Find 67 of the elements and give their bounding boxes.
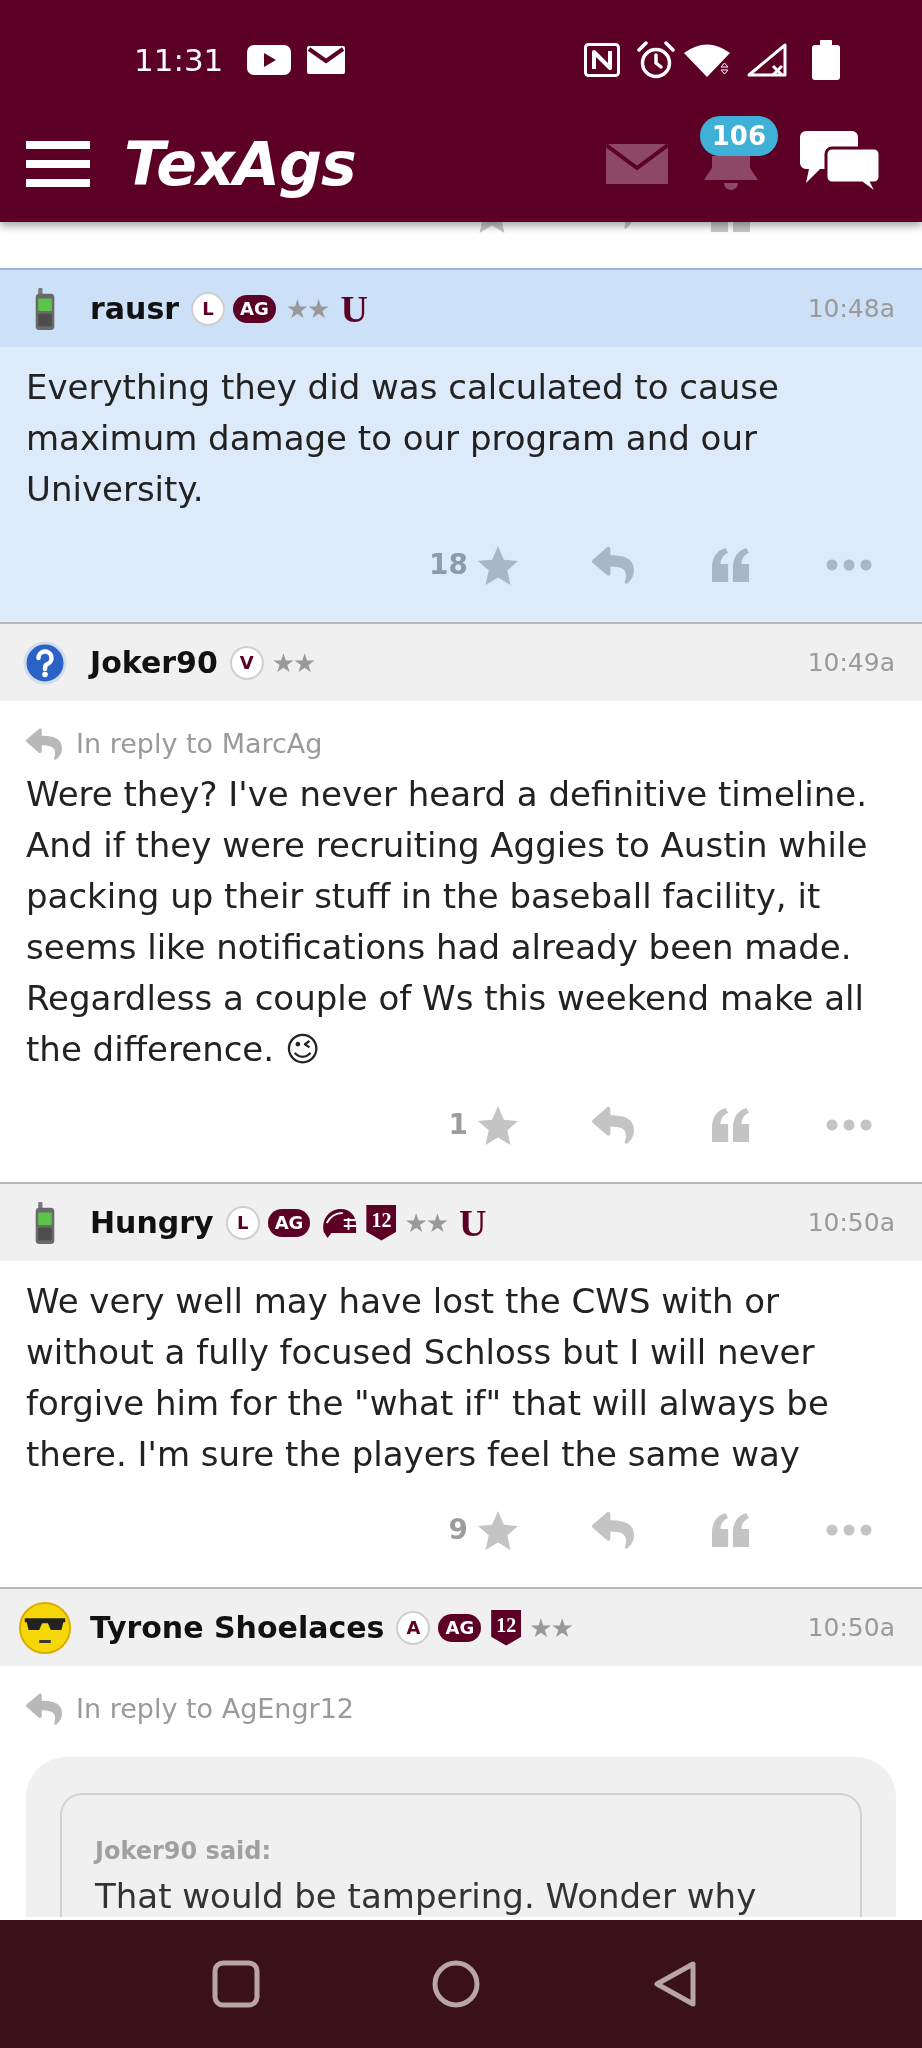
- letter-badge: L: [225, 1205, 260, 1240]
- post-text: Were they? I've never heard a definitive timeline. And if they were recruiting Aggies to Austin while packing up their stuff in the baseball facility, it seems like notifications had already been made. Regardless a couple of Ws this weekend make all the difference. 😉: [26, 773, 869, 1071]
- reply-link[interactable]: In reply to MarcAg: [76, 727, 323, 761]
- letter-badge: L: [191, 291, 226, 326]
- wifi-icon: [684, 43, 730, 77]
- rank-stars: ★★: [529, 1614, 572, 1641]
- star-button[interactable]: 18: [429, 545, 518, 585]
- post-text: Everything they did was calculated to cause maximum damage to our program and our University.: [26, 366, 780, 511]
- square-icon[interactable]: [212, 1960, 260, 2008]
- letter-badge: V: [229, 645, 264, 680]
- sunglasses-smiley-icon: [18, 1600, 72, 1655]
- question-mark-icon: [23, 640, 67, 685]
- username[interactable]: rausr: [90, 290, 180, 327]
- rank-stars: ★★: [285, 295, 329, 322]
- battery-icon: [812, 40, 840, 80]
- signal-icon: [746, 42, 788, 78]
- more-icon[interactable]: [826, 1119, 872, 1131]
- letter-logo: U: [340, 289, 368, 328]
- letter-logo: U: [459, 1203, 487, 1242]
- username[interactable]: Tyrone Shoelaces: [90, 1609, 385, 1646]
- member-badge: AG: [267, 1208, 311, 1237]
- reply-link[interactable]: In reply to AgEngr12: [76, 1692, 355, 1726]
- star-icon: [478, 1105, 518, 1145]
- shield-badge: 12: [366, 1204, 397, 1241]
- reply-icon[interactable]: [592, 1511, 634, 1549]
- mail-icon: [307, 46, 346, 74]
- star-icon: [478, 545, 518, 585]
- username[interactable]: Joker90: [90, 644, 218, 681]
- quote-icon[interactable]: [712, 1513, 750, 1547]
- rank-stars: ★★: [404, 1209, 447, 1236]
- alarm-icon: [636, 41, 676, 79]
- reply-icon[interactable]: [592, 546, 634, 584]
- quote-icon[interactable]: [712, 1108, 750, 1142]
- quote-icon[interactable]: [711, 222, 751, 232]
- notification-badge[interactable]: 106: [699, 116, 778, 156]
- letter-badge: A: [396, 1610, 431, 1645]
- cell-phone-icon: [34, 1201, 56, 1244]
- cell-phone-icon: [34, 287, 56, 330]
- more-icon[interactable]: [826, 1524, 872, 1536]
- star-button[interactable]: 9: [448, 1510, 518, 1550]
- reply-icon[interactable]: [592, 1106, 634, 1144]
- quote-author: Joker90 said:: [95, 1836, 273, 1867]
- circle-icon[interactable]: [432, 1960, 480, 2008]
- member-badge: AG: [438, 1613, 482, 1642]
- helmet-icon: [320, 1206, 359, 1239]
- reply-icon: [26, 1693, 62, 1725]
- post-time: 10:48a: [807, 293, 895, 324]
- status-time: 11:31: [134, 44, 224, 76]
- menu-icon[interactable]: [26, 141, 90, 187]
- username[interactable]: Hungry: [90, 1204, 214, 1241]
- back-icon[interactable]: [652, 1960, 698, 2008]
- post-time: 10:50a: [807, 1207, 895, 1238]
- quote-icon[interactable]: [712, 548, 750, 582]
- shield-badge: 12: [491, 1609, 522, 1646]
- star-button[interactable]: 1: [448, 1105, 518, 1145]
- reply-icon: [26, 728, 62, 760]
- member-badge: AG: [233, 294, 276, 323]
- more-icon[interactable]: [826, 559, 872, 571]
- post-time: 10:49a: [807, 647, 895, 678]
- nfc-icon: [584, 43, 620, 77]
- post-time: 10:50a: [807, 1612, 895, 1643]
- rank-stars: ★★: [271, 649, 315, 676]
- quote-text: That would be tampering. Wonder why: [95, 1875, 758, 1917]
- star-icon: [478, 1510, 518, 1550]
- play-icon: [247, 45, 292, 75]
- mail-icon[interactable]: [605, 144, 668, 184]
- post-text: We very well may have lost the CWS with or without a fully focused Schloss but I will never forgive him for the "what if" that will always be there. I'm sure the players feel the same way: [26, 1280, 830, 1476]
